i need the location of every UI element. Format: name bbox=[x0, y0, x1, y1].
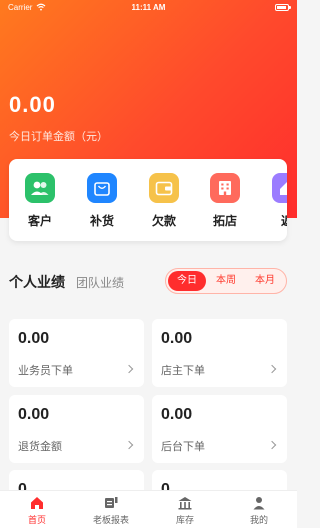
chevron-right-icon bbox=[124, 364, 134, 374]
return-icon bbox=[272, 173, 287, 203]
stat-label: 退货金额 bbox=[18, 440, 62, 453]
performance-tabs: 个人业绩 团队业绩 今日 本周 本月 bbox=[0, 268, 297, 296]
nav-profile[interactable]: 我的 bbox=[229, 495, 289, 526]
menu-label: 补货 bbox=[89, 214, 114, 228]
menu-label: 客户 bbox=[27, 214, 52, 228]
menu-label: 返 bbox=[280, 214, 287, 228]
chevron-right-icon bbox=[267, 440, 277, 450]
stat-value: 0.00 bbox=[18, 406, 50, 423]
stat-card-salesman-orders[interactable]: 0.00 业务员下单 bbox=[9, 319, 144, 387]
today-order-amount: 0.00 bbox=[9, 92, 56, 117]
tab-personal-performance[interactable]: 个人业绩 bbox=[9, 272, 65, 292]
menu-item-expand-stores[interactable]: 拓店 bbox=[205, 173, 245, 229]
nav-inventory[interactable]: 库存 bbox=[155, 495, 215, 526]
quick-menu: 客户 补货 欠款 拓店 返 bbox=[9, 159, 287, 241]
menu-item-restock[interactable]: 补货 bbox=[82, 173, 122, 229]
nav-home[interactable]: 首页 bbox=[7, 495, 67, 526]
stat-label: 业务员下单 bbox=[18, 364, 73, 377]
stat-card-return-amount[interactable]: 0.00 退货金额 bbox=[9, 395, 144, 463]
chevron-right-icon bbox=[124, 440, 134, 450]
chevron-right-icon bbox=[267, 364, 277, 374]
stat-card-owner-orders[interactable]: 0.00 店主下单 bbox=[152, 319, 287, 387]
nav-label: 老板报表 bbox=[92, 516, 129, 526]
status-bar: Carrier 11:11 AM bbox=[0, 0, 297, 16]
nav-label: 首页 bbox=[27, 516, 46, 526]
bottom-nav: 首页 老板报表 库存 我的 bbox=[0, 490, 297, 528]
menu-label: 拓店 bbox=[212, 214, 237, 228]
period-week[interactable]: 本周 bbox=[207, 271, 245, 291]
period-switch: 今日 本周 本月 bbox=[165, 268, 287, 294]
menu-item-customers[interactable]: 客户 bbox=[20, 173, 60, 229]
home-icon bbox=[29, 495, 45, 511]
wallet-icon bbox=[149, 173, 179, 203]
nav-boss-report[interactable]: 老板报表 bbox=[81, 495, 141, 526]
shopping-bag-icon bbox=[87, 173, 117, 203]
menu-label: 欠款 bbox=[151, 214, 176, 228]
clock: 11:11 AM bbox=[131, 3, 166, 12]
warehouse-icon bbox=[177, 495, 193, 511]
today-order-amount-label: 今日订单金额（元） bbox=[9, 130, 108, 143]
nav-label: 我的 bbox=[249, 516, 268, 526]
menu-item-return[interactable]: 返 bbox=[267, 173, 287, 229]
customers-icon bbox=[25, 173, 55, 203]
profile-icon bbox=[251, 495, 267, 511]
report-icon bbox=[103, 495, 119, 511]
tab-team-performance[interactable]: 团队业绩 bbox=[76, 274, 124, 291]
stat-label: 店主下单 bbox=[161, 364, 205, 377]
stat-value: 0.00 bbox=[161, 406, 193, 423]
store-building-icon bbox=[210, 173, 240, 203]
battery-icon bbox=[275, 4, 291, 11]
period-month[interactable]: 本月 bbox=[246, 271, 284, 291]
stat-value: 0.00 bbox=[161, 330, 193, 347]
stat-value: 0.00 bbox=[18, 330, 50, 347]
stat-label: 后台下单 bbox=[161, 440, 205, 453]
period-today[interactable]: 今日 bbox=[168, 271, 206, 291]
menu-item-debt[interactable]: 欠款 bbox=[144, 173, 184, 229]
nav-label: 库存 bbox=[175, 516, 194, 526]
stat-card-backend-orders[interactable]: 0.00 后台下单 bbox=[152, 395, 287, 463]
